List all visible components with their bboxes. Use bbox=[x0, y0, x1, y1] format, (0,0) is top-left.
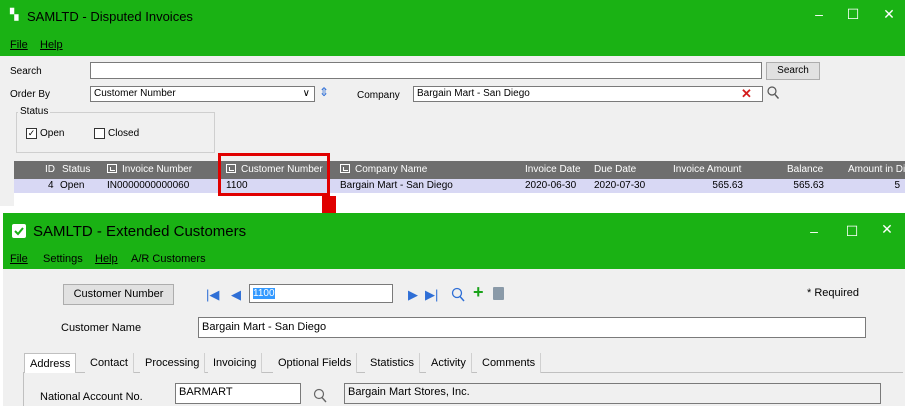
menu-file[interactable]: File bbox=[10, 39, 28, 51]
tab-activity[interactable]: Activity bbox=[426, 353, 472, 373]
window-title: SAMLTD - Disputed Invoices bbox=[27, 9, 193, 24]
company-field[interactable]: Bargain Mart - San Diego bbox=[413, 86, 763, 102]
customer-number-input[interactable]: 1100 bbox=[249, 284, 393, 303]
open-checkbox-label: Open bbox=[40, 128, 65, 139]
national-account-label: National Account No. bbox=[40, 391, 143, 403]
tab-comments[interactable]: Comments bbox=[477, 353, 542, 373]
cell-company-name: Bargain Mart - San Diego bbox=[340, 180, 453, 191]
cell-invoice-amount: 565.63 bbox=[712, 180, 743, 191]
search-icon[interactable] bbox=[451, 287, 465, 305]
zoom-icon[interactable] bbox=[493, 287, 504, 300]
previous-record-icon[interactable]: ◀ bbox=[231, 287, 241, 303]
open-checkbox[interactable]: ✓ bbox=[26, 128, 37, 139]
search-icon[interactable] bbox=[767, 86, 780, 103]
tab-statistics[interactable]: Statistics bbox=[365, 353, 421, 373]
tab-address[interactable]: Address bbox=[24, 353, 77, 373]
disputed-invoices-window: ▚ SAMLTD - Disputed Invoices – ☐ ✕ File … bbox=[0, 0, 905, 206]
close-button[interactable]: ✕ bbox=[874, 6, 904, 23]
required-note: * Required bbox=[807, 287, 859, 299]
national-account-description-value: Bargain Mart Stores, Inc. bbox=[348, 386, 470, 398]
col-status[interactable]: Status bbox=[62, 161, 90, 179]
chevron-down-icon: ∨ bbox=[302, 88, 310, 99]
menu-bar: File Settings Help A/R Customers bbox=[3, 250, 905, 269]
cell-status: Open bbox=[60, 180, 85, 191]
col-balance[interactable]: Balance bbox=[787, 161, 823, 179]
last-record-icon[interactable]: ▶| bbox=[425, 287, 438, 303]
menu-file[interactable]: File bbox=[10, 253, 28, 265]
next-record-icon[interactable]: ▶ bbox=[408, 287, 418, 303]
menu-help[interactable]: Help bbox=[95, 253, 118, 265]
status-group-label: Status bbox=[18, 106, 51, 117]
col-company-name-label: Company Name bbox=[355, 164, 428, 175]
tab-processing[interactable]: Processing bbox=[140, 353, 206, 373]
drilldown-icon bbox=[340, 164, 350, 173]
cell-balance: 565.63 bbox=[793, 180, 824, 191]
customer-name-input[interactable]: Bargain Mart - San Diego bbox=[198, 317, 866, 338]
closed-checkbox[interactable] bbox=[94, 128, 105, 139]
national-account-value: BARMART bbox=[179, 386, 233, 398]
col-invoice-amount[interactable]: Invoice Amount bbox=[673, 161, 741, 179]
cell-due-date: 2020-07-30 bbox=[594, 180, 646, 191]
extended-customers-window: SAMLTD - Extended Customers – ☐ ✕ File S… bbox=[3, 213, 905, 406]
customer-name-value: Bargain Mart - San Diego bbox=[202, 321, 327, 333]
drilldown-icon bbox=[107, 164, 117, 173]
col-company-name[interactable]: Company Name bbox=[340, 161, 427, 179]
search-button[interactable]: Search bbox=[766, 62, 820, 80]
sort-direction-icon[interactable]: ⇕ bbox=[319, 85, 329, 99]
closed-checkbox-label: Closed bbox=[108, 128, 140, 139]
order-by-select[interactable]: Customer Number ∨ bbox=[90, 86, 315, 102]
col-id[interactable]: ID bbox=[45, 161, 55, 179]
cell-invoice-number: IN0000000000060 bbox=[107, 180, 190, 191]
order-by-value: Customer Number bbox=[94, 88, 176, 99]
window-title: SAMLTD - Extended Customers bbox=[33, 223, 247, 240]
customer-number-finder-button[interactable]: Customer Number bbox=[63, 284, 174, 305]
menu-bar: File Help bbox=[0, 36, 905, 56]
app-icon: ▚ bbox=[10, 9, 19, 21]
col-invoice-number[interactable]: Invoice Number bbox=[107, 161, 192, 179]
customer-number-highlight bbox=[218, 153, 330, 196]
maximize-button[interactable]: ☐ bbox=[837, 223, 867, 240]
menu-help[interactable]: Help bbox=[40, 39, 63, 51]
clear-company-icon[interactable]: ✕ bbox=[741, 86, 752, 102]
col-amount-in-dispute[interactable]: Amount in Di bbox=[848, 161, 905, 179]
national-account-description: Bargain Mart Stores, Inc. bbox=[344, 383, 881, 404]
col-invoice-number-label: Invoice Number bbox=[122, 164, 193, 175]
search-label: Search bbox=[10, 66, 42, 77]
first-record-icon[interactable]: |◀ bbox=[206, 287, 219, 303]
customer-name-label: Customer Name bbox=[61, 322, 142, 334]
cell-id: 4 bbox=[48, 180, 54, 191]
tab-contact[interactable]: Contact bbox=[85, 353, 134, 373]
cell-invoice-date: 2020-06-30 bbox=[525, 180, 577, 191]
tab-optional-fields[interactable]: Optional Fields bbox=[273, 353, 358, 373]
close-button[interactable]: ✕ bbox=[872, 221, 902, 238]
maximize-button[interactable]: ☐ bbox=[838, 6, 868, 23]
title-bar: SAMLTD - Extended Customers – ☐ ✕ bbox=[3, 213, 905, 250]
national-account-input[interactable]: BARMART bbox=[175, 383, 301, 404]
cell-amount-in-dispute: 5 bbox=[894, 180, 900, 191]
search-icon[interactable] bbox=[313, 388, 327, 406]
app-icon bbox=[12, 224, 26, 238]
company-value: Bargain Mart - San Diego bbox=[417, 88, 530, 99]
company-label: Company bbox=[357, 90, 400, 101]
minimize-button[interactable]: – bbox=[799, 223, 829, 239]
tab-invoicing[interactable]: Invoicing bbox=[208, 353, 263, 373]
menu-ar-customers[interactable]: A/R Customers bbox=[131, 253, 206, 265]
add-icon[interactable]: + bbox=[473, 282, 484, 303]
col-invoice-date[interactable]: Invoice Date bbox=[525, 161, 581, 179]
customer-number-value: 1100 bbox=[253, 288, 275, 299]
search-input[interactable] bbox=[90, 62, 762, 79]
col-due-date[interactable]: Due Date bbox=[594, 161, 636, 179]
order-by-label: Order By bbox=[10, 89, 51, 100]
title-bar: ▚ SAMLTD - Disputed Invoices – ☐ ✕ bbox=[0, 0, 905, 36]
minimize-button[interactable]: – bbox=[804, 6, 834, 22]
menu-settings[interactable]: Settings bbox=[43, 253, 83, 265]
